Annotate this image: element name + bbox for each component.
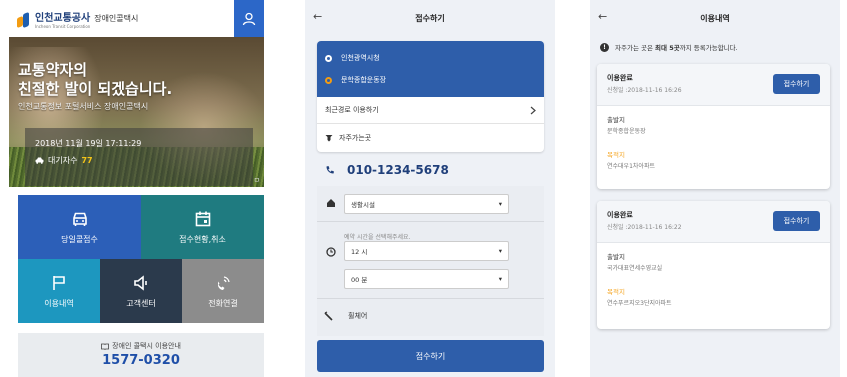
tile-usage-history[interactable]: 이용내역 xyxy=(18,259,100,323)
origin-dot-icon xyxy=(325,54,332,62)
dropdown-arrow-icon: ▾ xyxy=(498,200,502,208)
speaker-icon xyxy=(134,274,147,291)
reservation-screen: ← 접수하기 인천광역시청 문학종합운동장 최근경로 이용하기 자주가는곳 01… xyxy=(305,0,555,377)
reservation-top-bar: ← 접수하기 xyxy=(305,0,555,36)
minute-select[interactable]: 00 분 ▾ xyxy=(344,269,509,289)
minute-value: 00 분 xyxy=(351,276,368,284)
wait-count-value: 77 xyxy=(81,156,93,165)
origin-value: 국가대표연세수영교실 xyxy=(607,265,663,272)
current-datetime: 2018년 11월 19일 17:11:29 xyxy=(35,139,142,148)
info-icon: ! xyxy=(600,42,609,52)
favorites-button[interactable]: 자주가는곳 xyxy=(317,124,544,152)
car-small-icon xyxy=(35,157,44,164)
dropdown-arrow-icon: ▾ xyxy=(498,247,502,255)
history-screen: ← 이용내역 ! 자주가는 곳은 최대 5곳까지 등록가능합니다. 이용완료 신… xyxy=(590,0,840,377)
hero-corner-mark: ㅁ xyxy=(253,176,260,184)
book-icon xyxy=(101,343,109,350)
recent-route-label: 최근경로 이용하기 xyxy=(325,106,379,114)
back-arrow-icon[interactable]: ← xyxy=(313,10,322,23)
flag-icon xyxy=(53,275,65,290)
destination-field[interactable]: 문학종합운동장 xyxy=(325,69,536,91)
logo-mark-icon xyxy=(17,11,31,28)
tile-customer-center[interactable]: 고객센터 xyxy=(100,259,182,323)
logo[interactable]: 인천교통공사 장애인콜택시 Incheon Transit Corporation xyxy=(17,8,138,29)
favorites-label: 자주가는곳 xyxy=(339,134,372,142)
history-card: 이용완료 신청일 :2018-11-16 16:26 접수하기 출발지 문학종합… xyxy=(597,64,830,189)
user-button[interactable] xyxy=(234,0,264,37)
reservation-form: 생활시설 ▾ 예약 시간을 선택해주세요. 12 시 ▾ 00 분 ▾ 휠체어 xyxy=(317,186,544,336)
time-hint: 예약 시간을 선택해주세요. xyxy=(344,234,411,241)
hour-select[interactable]: 12 시 ▾ xyxy=(344,241,509,261)
phone-icon xyxy=(326,166,334,174)
calendar-icon xyxy=(195,211,210,226)
waiting-count: 대기자수 77 xyxy=(35,155,243,166)
tile-label: 당일콜접수 xyxy=(61,234,98,244)
submit-button[interactable]: 접수하기 xyxy=(317,340,544,372)
logo-english-text: Incheon Transit Corporation xyxy=(35,24,91,29)
user-icon xyxy=(242,12,256,25)
home-screen: 인천교통공사 장애인콜택시 Incheon Transit Corporation… xyxy=(9,0,264,377)
destination-text: 문학종합운동장 xyxy=(341,76,387,84)
dropdown-arrow-icon: ▾ xyxy=(498,275,502,283)
phone-number[interactable]: 010-1234-5678 xyxy=(347,163,449,177)
home-header: 인천교통공사 장애인콜택시 Incheon Transit Corporation xyxy=(9,0,264,37)
tile-same-day-call[interactable]: 당일콜접수 xyxy=(18,195,141,259)
hero-banner: 교통약자의 친절한 발이 되겠습니다. 인천교통정보 포털서비스 장애인콜택시 … xyxy=(9,37,264,187)
pin-icon xyxy=(325,135,333,142)
wait-label: 대기자수 xyxy=(48,156,78,165)
purpose-value: 생활시설 xyxy=(351,201,375,209)
page-title: 이용내역 xyxy=(700,13,730,23)
origin-label: 출발지 xyxy=(607,116,625,124)
hero-title: 교통약자의 친절한 발이 되겠습니다. xyxy=(18,61,173,98)
history-card: 이용완료 신청일 :2018-11-16 16:22 접수하기 출발지 국가대표… xyxy=(597,201,830,329)
car-icon xyxy=(72,212,87,226)
app-screenshots: 인천교통공사 장애인콜택시 Incheon Transit Corporation… xyxy=(0,0,847,377)
wheelchair-option[interactable]: 휠체어 xyxy=(324,311,367,321)
rebook-button[interactable]: 접수하기 xyxy=(773,74,820,94)
origin-label: 출발지 xyxy=(607,253,625,261)
menu-grid: 당일콜접수 접수현황,취소 이용내역 고객센터 전화연결 xyxy=(18,195,264,323)
status-box: 2018년 11월 19일 17:11:29 대기자수 77 xyxy=(25,128,253,186)
home-icon xyxy=(327,199,335,207)
recent-route-button[interactable]: 최근경로 이용하기 xyxy=(317,97,544,124)
destination-value: 연수대우1차아파트 xyxy=(607,163,655,170)
info-phone-number[interactable]: 1577-0320 xyxy=(18,353,264,368)
tile-label: 고객센터 xyxy=(126,298,156,308)
hero-subtitle: 인천교통정보 포털서비스 장애인콜택시 xyxy=(18,102,149,111)
destination-label: 목적지 xyxy=(607,288,625,296)
tile-phone-connect[interactable]: 전화연결 xyxy=(182,259,264,323)
favorites-notice: ! 자주가는 곳은 최대 5곳까지 등록가능합니다. xyxy=(600,42,738,52)
chevron-right-icon xyxy=(530,106,536,114)
info-box: 장애인 콜택시 이용안내 1577-0320 xyxy=(18,333,264,377)
tile-reservation-status[interactable]: 접수현황,취소 xyxy=(141,195,264,259)
back-arrow-icon[interactable]: ← xyxy=(598,10,607,23)
page-title: 접수하기 xyxy=(415,13,445,23)
hour-value: 12 시 xyxy=(351,248,368,256)
purpose-select[interactable]: 생활시설 ▾ xyxy=(344,194,509,214)
route-card: 인천광역시청 문학종합운동장 최근경로 이용하기 자주가는곳 xyxy=(317,41,544,152)
wheelchair-label: 휠체어 xyxy=(348,312,368,320)
destination-label: 목적지 xyxy=(607,151,625,159)
tile-label: 이용내역 xyxy=(44,298,74,308)
origin-text: 인천광역시청 xyxy=(341,54,380,62)
origin-value: 문학종합운동장 xyxy=(607,128,646,135)
clock-icon xyxy=(326,247,336,257)
wheelchair-icon xyxy=(324,311,333,321)
logo-sub-text: 장애인콜택시 xyxy=(94,14,139,23)
phone-number-row: 010-1234-5678 xyxy=(325,163,449,177)
destination-dot-icon xyxy=(325,76,332,84)
origin-field[interactable]: 인천광역시청 xyxy=(325,47,536,69)
phone-ring-icon xyxy=(218,275,230,290)
rebook-button[interactable]: 접수하기 xyxy=(773,211,820,231)
history-top-bar: ← 이용내역 xyxy=(590,0,840,36)
tile-label: 전화연결 xyxy=(208,298,238,308)
tile-label: 접수현황,취소 xyxy=(179,234,226,244)
logo-main-text: 인천교통공사 xyxy=(35,13,91,24)
info-title-text: 장애인 콜택시 이용안내 xyxy=(112,342,181,350)
destination-value: 연수푸르지오3단지아파트 xyxy=(607,300,672,307)
